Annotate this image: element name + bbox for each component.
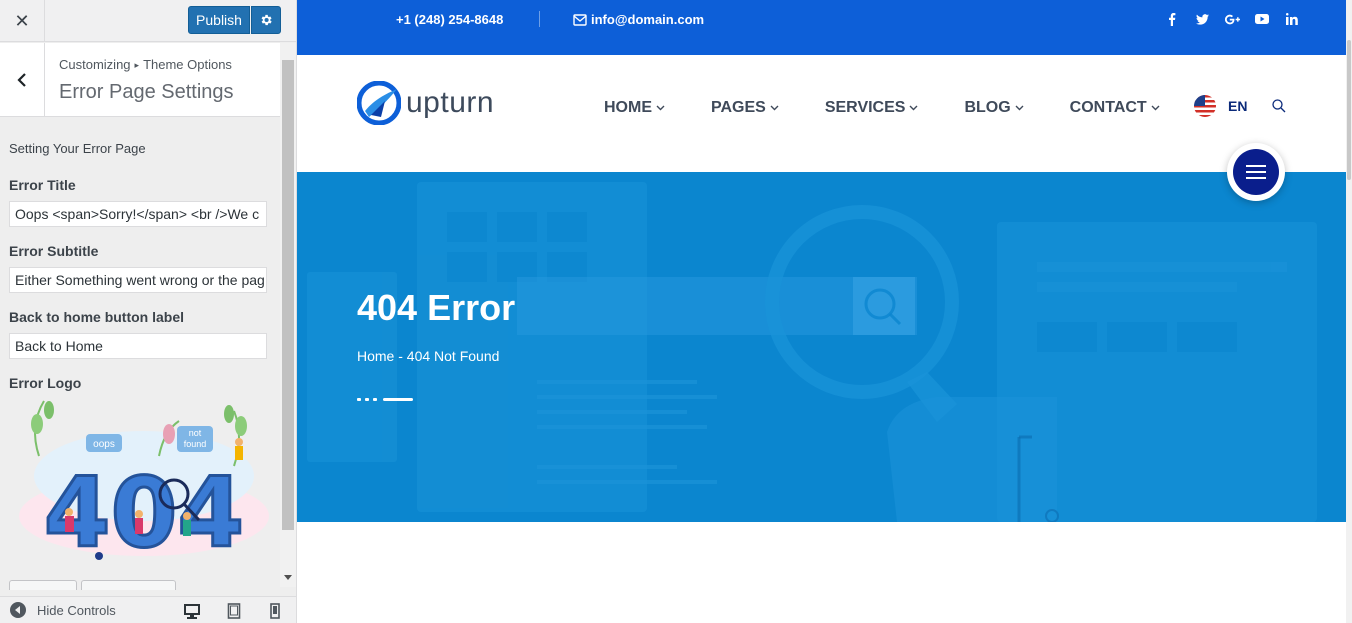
title-decoration [357, 398, 413, 401]
nav-item-pages[interactable]: PAGES [711, 99, 779, 117]
twitter-icon[interactable] [1187, 10, 1217, 28]
error-logo-label: Error Logo [9, 375, 82, 391]
language-code: EN [1228, 98, 1248, 114]
caret-down-icon [284, 575, 292, 580]
customizer-panel: ✕ Publish Customizing ▸ Theme Options Erro… [0, 0, 297, 623]
customizer-footer: Hide Controls [0, 596, 296, 623]
preview-mobile-button[interactable] [266, 602, 284, 620]
nav-item-blog[interactable]: BLOG [964, 99, 1024, 117]
page-title-banner: 404 Error Home - 404 Not Found [297, 172, 1346, 522]
language-switcher[interactable]: EN [1194, 95, 1247, 117]
chevron-down-icon [770, 105, 779, 111]
collapse-arrow-icon [10, 602, 26, 618]
page-breadcrumb[interactable]: Home - 404 Not Found [357, 348, 499, 364]
breadcrumb: Customizing ▸ Theme Options [59, 57, 232, 72]
brand-logo[interactable]: upturn [357, 81, 494, 125]
breadcrumb-parent: Customizing [59, 57, 131, 72]
youtube-icon[interactable] [1247, 10, 1277, 28]
facebook-icon[interactable] [1157, 10, 1187, 28]
hide-controls-label: Hide Controls [37, 602, 116, 618]
home-button-label-label: Back to home button label [9, 309, 185, 325]
preview-tablet-button[interactable] [225, 602, 243, 620]
contact-email[interactable]: info@domain.com [573, 12, 704, 27]
preview-desktop-button[interactable] [183, 602, 201, 620]
chevron-down-icon [656, 105, 665, 111]
linkedin-icon[interactable] [1277, 10, 1307, 28]
envelope-icon [573, 13, 587, 26]
chevron-down-icon [909, 105, 918, 111]
site-topbar: +1 (248) 254-8648 info@domain.com [297, 0, 1346, 55]
contact-email-text: info@domain.com [591, 12, 705, 27]
upturn-logo-icon [357, 81, 401, 125]
nav-item-label: BLOG [964, 99, 1011, 116]
search-icon [1272, 99, 1286, 113]
close-icon: ✕ [14, 10, 30, 32]
hamburger-wrapper [1233, 149, 1279, 195]
decoration-dot [365, 398, 369, 401]
hamburger-icon [1246, 165, 1266, 179]
mobile-icon [270, 603, 280, 619]
preview-scrollbar-thumb[interactable] [1347, 40, 1351, 180]
nav-item-label: CONTACT [1069, 99, 1147, 116]
main-nav: HOME PAGES SERVICES BLOG CONTACT [604, 99, 1206, 117]
chevron-left-icon [17, 73, 26, 87]
customizer-header: ✕ Publish [0, 0, 296, 42]
decoration-bar [383, 398, 413, 401]
nav-item-label: HOME [604, 99, 652, 116]
error-subtitle-input[interactable]: Either Something went wrong or the pag [9, 267, 267, 293]
site-header: upturn HOME PAGES SERVICES BLOG CONTACT … [297, 55, 1346, 172]
decoration-dot [357, 398, 361, 401]
breadcrumb-current: Theme Options [143, 57, 232, 72]
tablet-icon [227, 603, 241, 619]
site-search-button[interactable] [1272, 99, 1286, 118]
chevron-down-icon [1015, 105, 1024, 111]
page-title: 404 Error [357, 287, 516, 328]
site-preview: +1 (248) 254-8648 info@domain.com upturn… [297, 0, 1346, 623]
decoration-dot [373, 398, 377, 401]
hide-controls-button[interactable]: Hide Controls [10, 602, 116, 618]
gear-icon [261, 14, 272, 26]
scroll-down-arrow[interactable] [280, 571, 296, 585]
home-button-label-input[interactable]: Back to Home [9, 333, 267, 359]
social-links [1157, 10, 1307, 28]
section-header: Customizing ▸ Theme Options Error Page Set… [0, 43, 280, 117]
section-title: Error Page Settings [59, 81, 234, 103]
error-404-illustration: oops not found 404 [19, 400, 269, 571]
offcanvas-menu-button[interactable] [1227, 143, 1285, 201]
error-subtitle-label: Error Subtitle [9, 243, 99, 259]
section-description: Setting Your Error Page [9, 141, 146, 156]
topbar-divider [539, 11, 540, 27]
desktop-icon [184, 603, 200, 619]
publish-button[interactable]: Publish [188, 6, 250, 34]
remove-logo-button[interactable] [81, 580, 176, 590]
nav-item-home[interactable]: HOME [604, 99, 665, 117]
change-logo-button[interactable] [9, 580, 77, 590]
publish-settings-button[interactable] [251, 6, 281, 34]
error-title-label: Error Title [9, 177, 76, 193]
contact-phone[interactable]: +1 (248) 254-8648 [396, 12, 503, 27]
back-button[interactable] [0, 43, 45, 117]
nav-item-contact[interactable]: CONTACT [1070, 99, 1160, 117]
bubble-found: found [184, 439, 207, 449]
google-plus-icon[interactable] [1217, 10, 1247, 28]
brand-name: upturn [406, 86, 495, 119]
bubble-oops: oops [93, 439, 115, 450]
illustration-404-text: 404 [44, 457, 244, 564]
banner-background-illustration [307, 182, 1317, 522]
nav-item-services[interactable]: SERVICES [825, 99, 919, 117]
error-logo-preview[interactable]: oops not found 404 [9, 396, 269, 571]
error-title-input[interactable]: Oops <span>Sorry!</span> <br />We c [9, 201, 267, 227]
nav-item-label: SERVICES [824, 99, 906, 116]
bubble-not: not [189, 428, 202, 438]
close-customizer-button[interactable]: ✕ [0, 0, 45, 42]
chevron-down-icon [1151, 105, 1160, 111]
breadcrumb-separator: ▸ [134, 60, 140, 70]
panel-scrollbar-thumb[interactable] [282, 60, 294, 530]
us-flag-icon [1194, 95, 1216, 117]
nav-item-label: PAGES [711, 99, 766, 116]
